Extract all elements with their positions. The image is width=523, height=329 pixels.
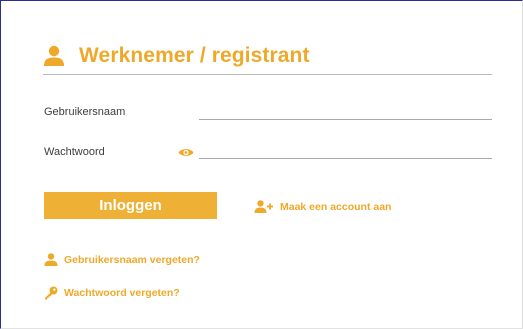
create-account-link[interactable]: Maak een account aan (254, 200, 391, 213)
username-label: Gebruikersnaam (44, 106, 126, 118)
forgot-username-label: Gebruikersnaam vergeten? (64, 253, 200, 266)
username-input[interactable] (199, 101, 492, 119)
page-title: Werknemer / registrant (79, 44, 310, 67)
user-plus-icon (254, 200, 273, 213)
forgot-password-link[interactable]: Wachtwoord vergeten? (44, 286, 180, 300)
header-divider (43, 74, 492, 75)
password-underline (199, 158, 492, 159)
eye-icon[interactable] (178, 147, 194, 158)
panel-header: Werknemer / registrant (43, 44, 310, 68)
create-account-label: Maak een account aan (280, 200, 392, 213)
password-input[interactable] (199, 140, 492, 158)
login-button[interactable]: Inloggen (44, 192, 217, 219)
key-icon (45, 286, 58, 300)
user-icon (44, 253, 58, 266)
forgot-password-label: Wachtwoord vergeten? (64, 287, 180, 299)
username-underline (199, 119, 492, 120)
user-icon (44, 45, 64, 66)
password-label: Wachtwoord (44, 146, 105, 158)
forgot-username-link[interactable]: Gebruikersnaam vergeten? (44, 253, 200, 266)
